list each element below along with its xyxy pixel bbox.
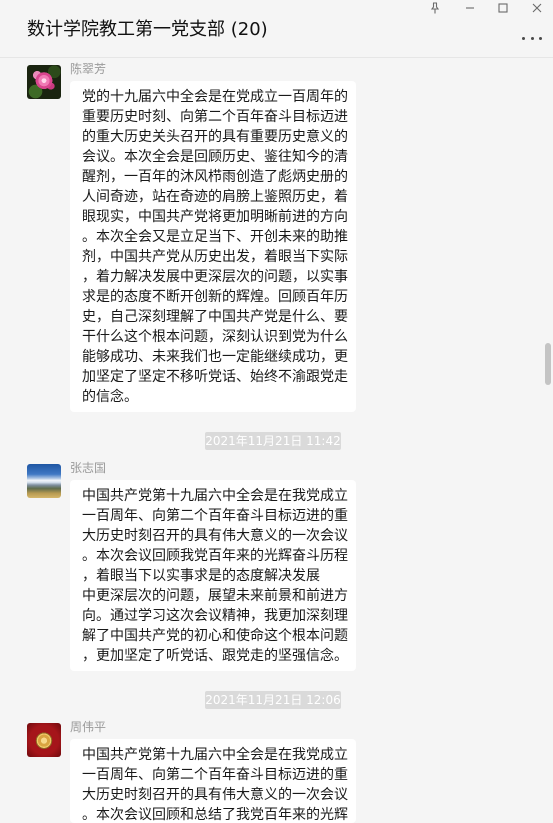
message-text-line: 史，自己深刻理解了中国共产党是什么、要 (82, 309, 348, 325)
message-timestamp: 2021年11月21日 11:42 (205, 432, 341, 450)
close-icon[interactable] (529, 0, 545, 16)
message-item: 周伟平 中国共产党第十九届六中全会是在我党成立 一百周年、向第二个百年奋斗目标迈… (0, 720, 553, 823)
avatar[interactable] (27, 464, 61, 498)
message-text-line: 剂，中国共产党从历史出发，着眼当下实际 (82, 249, 348, 265)
message-text-line: ，着眼当下以实事求是的态度解决发展 (82, 568, 320, 584)
message-text-line: 解了中国共产党的初心和使命这个根本问题 (82, 628, 348, 644)
chat-window: 数计学院教工第一党支部 (20) 陈翠芳 党的十九届六中全会是在党成立一百周年的… (0, 0, 553, 823)
pin-icon[interactable] (427, 0, 443, 16)
message-text-line: 党的十九届六中全会是在党成立一百周年的 (82, 89, 348, 105)
scrollbar-thumb[interactable] (545, 343, 551, 385)
message-text-line: 会议。本次全会是回顾历史、鉴往知今的清 (82, 149, 348, 165)
minimize-icon[interactable] (462, 0, 478, 16)
message-bubble[interactable]: 中国共产党第十九届六中全会是在我党成立 一百周年、向第二个百年奋斗目标迈进的重 … (70, 739, 356, 823)
message-text-line: 求是的态度不断开创新的辉煌。回顾百年历 (82, 289, 348, 305)
maximize-icon[interactable] (495, 0, 511, 16)
message-text-line: 能够成功、未来我们也一定能继续成功，更 (82, 349, 348, 365)
chat-header: 数计学院教工第一党支部 (20) (0, 0, 553, 58)
message-text-line: 大历史时刻召开的具有伟大意义的一次会议 (82, 528, 348, 544)
message-text-line: 一百周年、向第二个百年奋斗目标迈进的重 (82, 767, 348, 783)
sender-name: 陈翠芳 (70, 62, 107, 76)
message-text-line: 向。通过学习这次会议精神，我更加深刻理 (82, 608, 348, 624)
message-text-line: 大历史时刻召开的具有伟大意义的一次会议 (82, 787, 348, 803)
message-text-line: 一百周年、向第二个百年奋斗目标迈进的重 (82, 508, 348, 524)
message-text-line: 中国共产党第十九届六中全会是在我党成立 (82, 747, 348, 763)
message-text-line: 醒剂，一百年的沐风栉雨创造了彪炳史册的 (82, 169, 348, 185)
chat-title: 数计学院教工第一党支部 (20) (27, 19, 268, 40)
message-text-line: 加坚定了坚定不移听党话、始终不渝跟党走 (82, 369, 348, 385)
message-text-line: 干什么这个根本问题，深刻认识到党为什么 (82, 329, 348, 345)
message-bubble[interactable]: 党的十九届六中全会是在党成立一百周年的 重要历史时刻、向第二个百年奋斗目标迈进 … (70, 81, 356, 412)
message-timestamp: 2021年11月21日 12:06 (205, 691, 341, 709)
message-text-line: 。本次全会又是立足当下、开创未来的助推 (82, 229, 348, 245)
avatar[interactable] (27, 65, 61, 99)
message-bubble[interactable]: 中国共产党第十九届六中全会是在我党成立 一百周年、向第二个百年奋斗目标迈进的重 … (70, 480, 356, 671)
message-text-line: 重要历史时刻、向第二个百年奋斗目标迈进 (82, 109, 348, 125)
more-icon[interactable] (522, 31, 542, 45)
message-text-line: 。本次会议回顾我党百年来的光辉奋斗历程 (82, 548, 348, 564)
message-text-line: ，着力解决发展中更深层次的问题，以实事 (82, 269, 348, 285)
avatar[interactable] (27, 723, 61, 757)
more-dot (539, 36, 542, 40)
message-text-line: ，更加坚定了听党话、跟党走的坚强信念。 (82, 648, 348, 664)
message-text-line: 的信念。 (82, 389, 138, 405)
sender-name: 张志国 (70, 461, 107, 475)
message-text-line: 人间奇迹，站在奇迹的肩膀上鉴照历史，着 (82, 189, 348, 205)
more-dot (522, 36, 525, 40)
message-text-line: 。本次会议回顾和总结了我党百年来的光辉 (82, 807, 348, 823)
message-text-line: 中更深层次的问题，展望未来前景和前进方 (82, 588, 348, 604)
message-text-line: 眼现实，中国共产党将更加明晰前进的方向 (82, 209, 348, 225)
sender-name: 周伟平 (70, 720, 107, 734)
message-text-line: 的重大历史关头召开的具有重要历史意义的 (82, 129, 348, 145)
message-text-line: 中国共产党第十九届六中全会是在我党成立 (82, 488, 348, 504)
more-dot (530, 36, 534, 40)
